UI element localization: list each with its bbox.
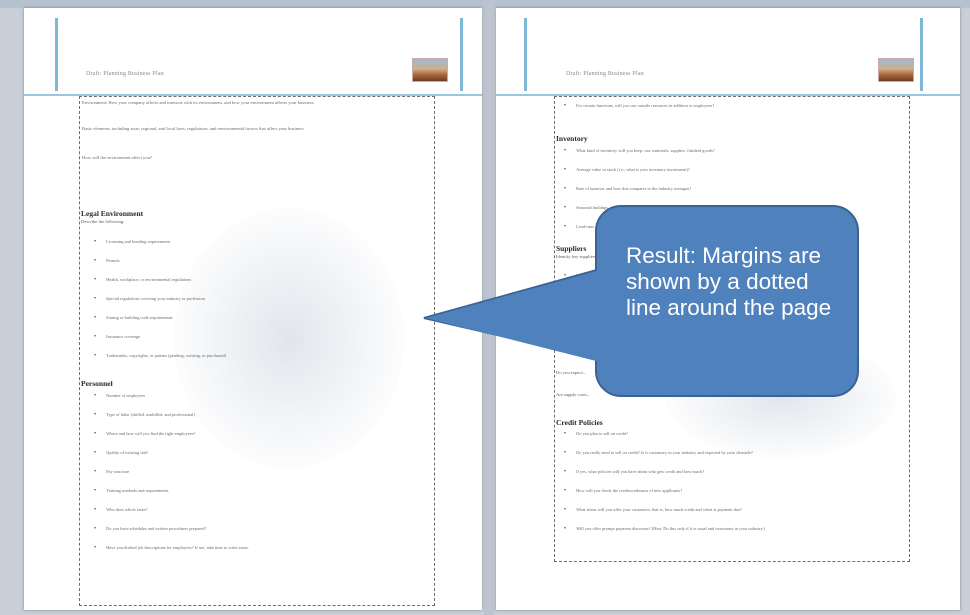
callout-text: Result: Margins are shown by a dotted li… bbox=[626, 243, 832, 320]
